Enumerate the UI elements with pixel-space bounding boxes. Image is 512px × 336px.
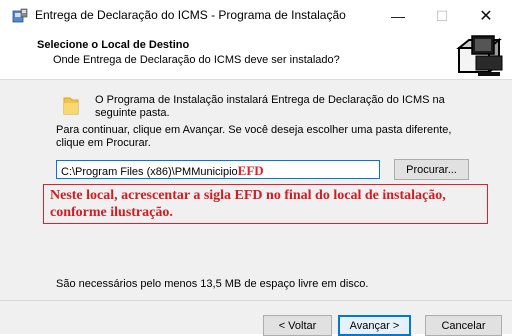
window-title: Entrega de Declaração do ICMS - Programa… <box>35 8 346 22</box>
close-button[interactable]: ✕ <box>464 0 508 32</box>
minimize-button[interactable]: — <box>376 0 420 32</box>
folder-icon <box>63 97 79 115</box>
install-path-input[interactable]: C:\Program Files (x86)\PMMunicipioEFD <box>56 160 380 179</box>
wizard-header: Selecione o Local de Destino Onde Entreg… <box>0 32 512 80</box>
page-subtitle: Onde Entrega de Declaração do ICMS deve … <box>53 54 340 66</box>
wizard-footer: < Voltar Avançar > Cancelar <box>0 300 512 336</box>
info-message: O Programa de Instalação instalará Entre… <box>95 94 445 119</box>
instruction-text: Para continuar, clique em Avançar. Se vo… <box>56 124 452 149</box>
install-path-value: C:\Program Files (x86)\PMMunicipio <box>61 166 238 178</box>
title-bar: Entrega de Declaração do ICMS - Programa… <box>0 0 512 32</box>
installer-icon <box>12 8 28 23</box>
computer-box-icon <box>456 35 503 76</box>
page-title: Selecione o Local de Destino <box>37 39 190 51</box>
disk-space-note: São necessários pelo menos 13,5 MB de es… <box>56 278 369 290</box>
path-suffix-efd: EFD <box>237 163 264 178</box>
maximize-button[interactable]: ☐ <box>420 0 464 32</box>
browse-button[interactable]: Procurar... <box>394 159 469 180</box>
annotation-note: Neste local, acrescentar a sigla EFD no … <box>43 184 488 224</box>
content-panel: O Programa de Instalação instalará Entre… <box>0 80 512 300</box>
